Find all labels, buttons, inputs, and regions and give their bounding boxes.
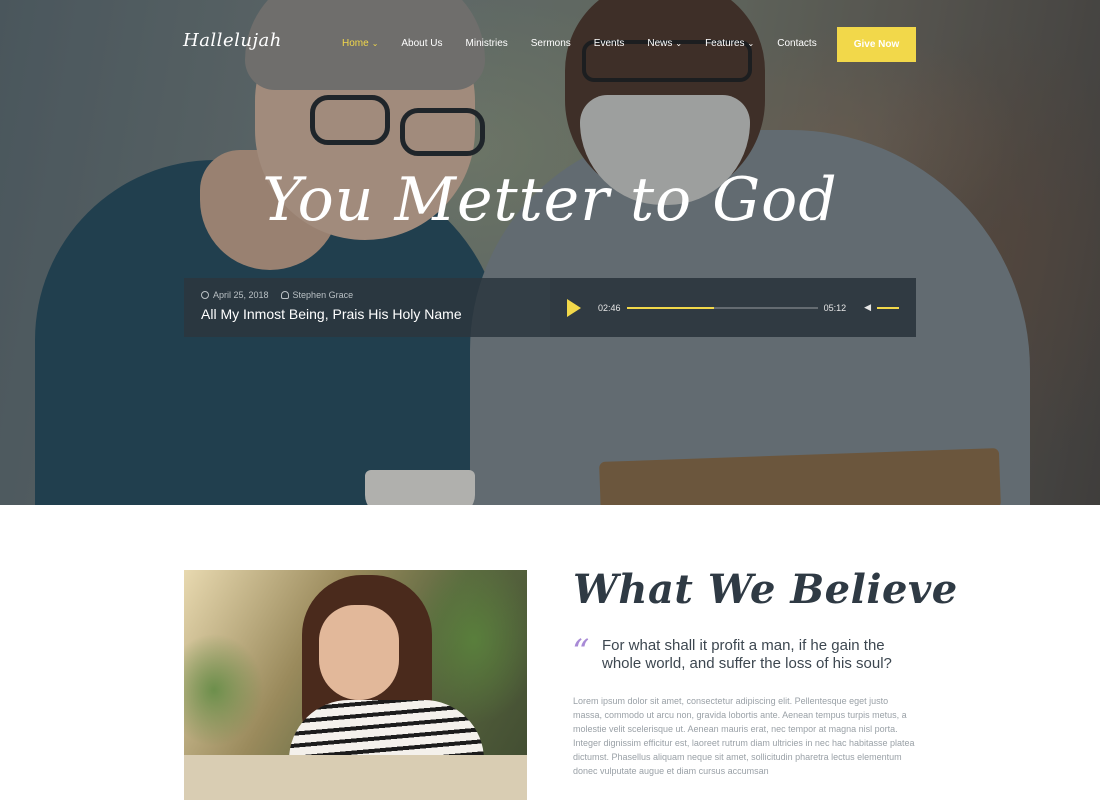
believe-photo (184, 570, 527, 800)
nav-item-label: Sermons (530, 38, 571, 49)
nav-item-label: About Us (401, 38, 443, 49)
volume-slider[interactable] (877, 306, 899, 309)
current-time: 02:46 (598, 302, 621, 313)
player-controls: 02:46 05:12 ◀︎ (550, 278, 916, 337)
nav-item-contacts[interactable]: Contacts (777, 38, 816, 49)
nav-item-label: Contacts (777, 38, 817, 49)
track-date: April 25, 2018 (201, 290, 269, 300)
progress-fill (626, 306, 715, 309)
nav-item-sermons[interactable]: Sermons (531, 38, 571, 49)
nav-item-label: Features (705, 38, 745, 49)
volume-fill (877, 306, 899, 309)
hero-overlay (0, 0, 1100, 505)
player-track-info: April 25, 2018 Stephen Grace All My Inmo… (184, 278, 550, 337)
section-body-text: Lorem ipsum dolor sit amet, consectetur … (573, 696, 915, 776)
progress-bar[interactable] (626, 306, 818, 309)
nav-item-label: Home (342, 38, 369, 49)
nav-item-ministries[interactable]: Ministries (466, 38, 508, 49)
sermon-audio-player: April 25, 2018 Stephen Grace All My Inmo… (184, 278, 916, 337)
nav-item-about-us[interactable]: About Us (401, 38, 442, 49)
photo-woman-face (319, 605, 399, 700)
nav-item-label: News (647, 38, 673, 49)
track-meta: April 25, 2018 Stephen Grace (201, 290, 533, 300)
play-icon[interactable] (567, 298, 581, 317)
chevron-down-icon: ⌄ (747, 39, 755, 48)
nav-item-events[interactable]: Events (594, 38, 625, 49)
hero-section (0, 0, 1100, 505)
nav-item-features[interactable]: Features ⌄ (705, 38, 754, 49)
chevron-down-icon: ⌄ (371, 39, 379, 48)
clock-icon (201, 291, 209, 299)
give-now-button[interactable]: Give Now (837, 27, 916, 62)
track-author-text: Stephen Grace (292, 290, 354, 300)
track-author[interactable]: Stephen Grace (280, 290, 354, 300)
track-title: All My Inmost Being, Prais His Holy Name (201, 306, 462, 322)
nav-item-news[interactable]: News ⌄ (647, 38, 682, 49)
nav-item-home[interactable]: Home ⌄ (342, 38, 378, 49)
nav-item-label: Events (593, 38, 625, 49)
total-time: 05:12 (823, 302, 847, 313)
quote-icon: “ (572, 632, 590, 672)
chevron-down-icon: ⌄ (675, 39, 683, 48)
nav-item-label: Ministries (465, 38, 508, 49)
site-logo[interactable]: Hallelujah (183, 28, 282, 60)
hero-title: You Metter to God (262, 165, 838, 235)
section-title: What We Believe (573, 566, 958, 613)
volume-icon[interactable]: ◀︎ (864, 302, 871, 313)
scripture-quote: For what shall it profit a man, if he ga… (602, 637, 892, 672)
photo-table (184, 755, 527, 800)
user-icon (280, 291, 289, 299)
track-date-text: April 25, 2018 (213, 290, 269, 300)
logo-text: Hallelujah (183, 30, 282, 51)
main-nav: Home ⌄ About Us Ministries Sermons Event… (342, 38, 840, 49)
